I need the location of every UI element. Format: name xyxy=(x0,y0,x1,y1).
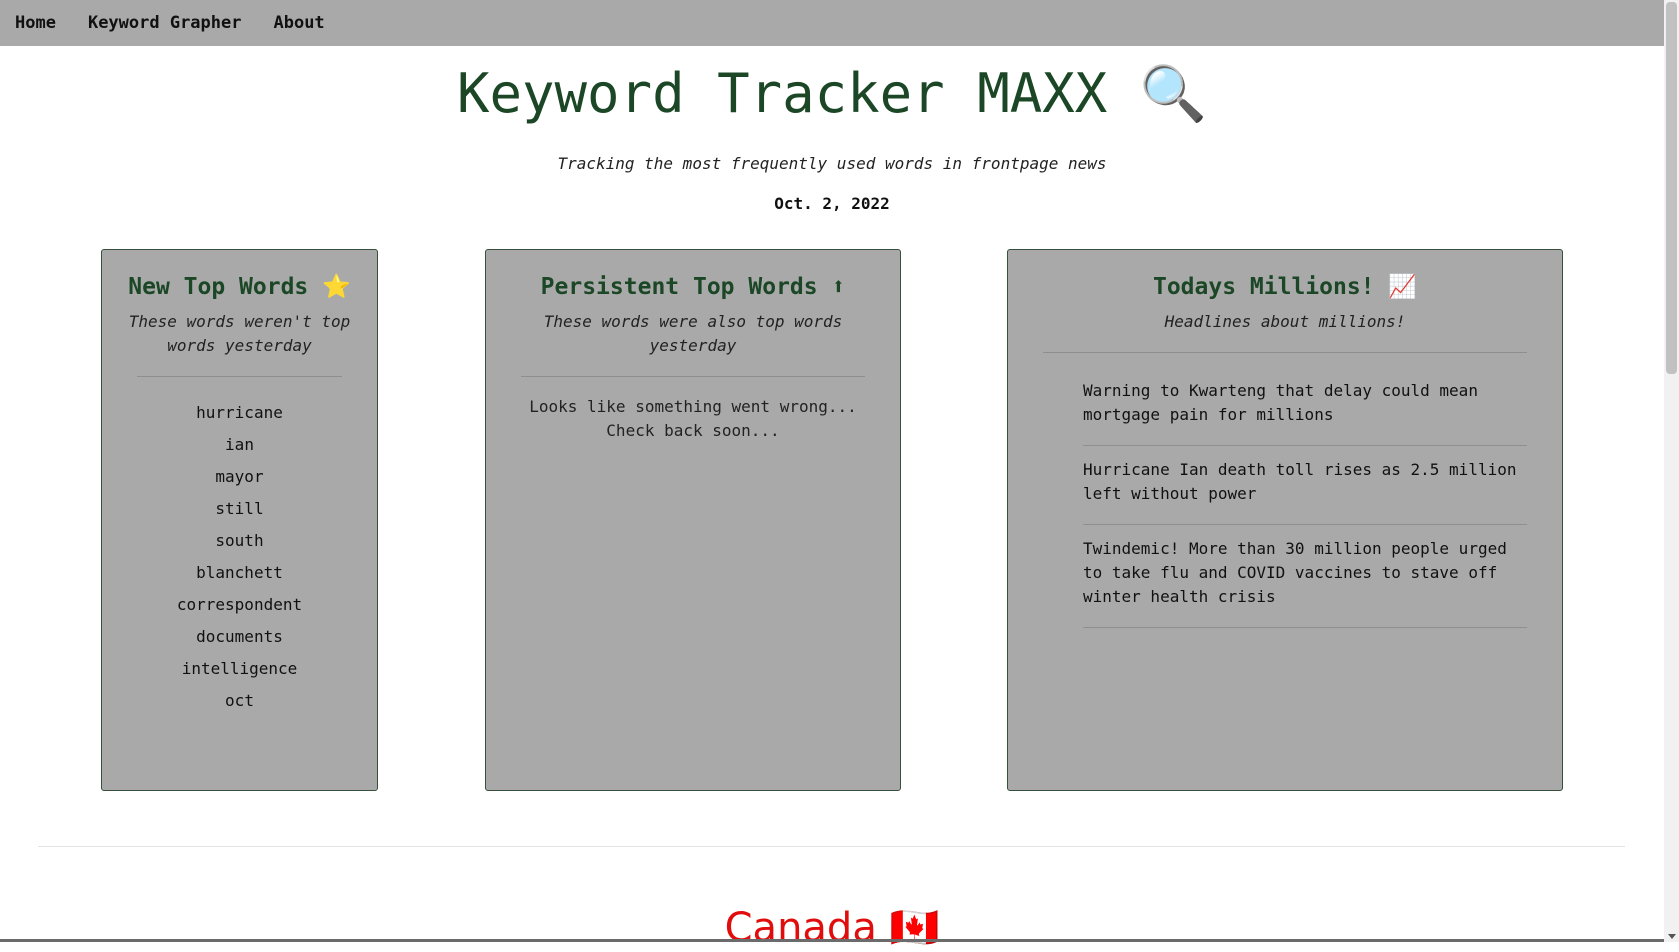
persistent-top-words-title: Persistent Top Words ⬆ xyxy=(540,274,846,300)
persistent-top-words-subtitle: These words were also top words yesterda… xyxy=(543,312,843,355)
list-item: intelligence xyxy=(181,659,298,678)
country-section-title: Canada 🇨🇦 xyxy=(724,905,940,951)
section-divider xyxy=(38,846,1625,847)
scrollbar-thumb[interactable] xyxy=(1666,2,1677,374)
page-scrollbar[interactable] xyxy=(1664,0,1679,942)
error-message: Looks like something went wrong... Check… xyxy=(529,397,857,440)
headline-item[interactable]: Hurricane Ian death toll rises as 2.5 mi… xyxy=(1083,446,1527,525)
new-top-words-title: New Top Words ⭐ xyxy=(128,274,351,300)
list-item: hurricane xyxy=(196,403,283,422)
card-divider xyxy=(521,376,865,377)
scroll-down-arrow-icon[interactable] xyxy=(1668,934,1676,939)
headline-item[interactable]: Warning to Kwarteng that delay could mea… xyxy=(1083,367,1527,446)
page-subtitle: Tracking the most frequently used words … xyxy=(557,154,1107,173)
page-date: Oct. 2, 2022 xyxy=(774,194,890,213)
page-title: Keyword Tracker MAXX 🔍 xyxy=(457,62,1207,125)
todays-millions-card: Todays Millions! 📈 Headlines about milli… xyxy=(1007,249,1563,791)
card-divider xyxy=(137,376,342,377)
persistent-top-words-card: Persistent Top Words ⬆ These words were … xyxy=(485,249,901,791)
nav-about-link[interactable]: About xyxy=(273,13,324,33)
list-item: documents xyxy=(196,627,283,646)
nav-keyword-grapher-link[interactable]: Keyword Grapher xyxy=(88,13,242,33)
nav-home-link[interactable]: Home xyxy=(15,13,56,33)
card-divider xyxy=(1043,352,1527,353)
list-item: south xyxy=(215,531,264,550)
list-item: mayor xyxy=(215,467,264,486)
list-item: blanchett xyxy=(196,563,283,582)
todays-millions-title: Todays Millions! 📈 xyxy=(1152,274,1418,300)
new-top-words-list: hurricane ian mayor still south blanchet… xyxy=(102,397,377,717)
list-item: oct xyxy=(225,691,254,710)
list-item: correspondent xyxy=(176,595,303,614)
top-nav: Home Keyword Grapher About xyxy=(0,0,1664,46)
new-top-words-card: New Top Words ⭐ These words weren't top … xyxy=(101,249,378,791)
headline-item[interactable]: Twindemic! More than 30 million people u… xyxy=(1083,525,1527,628)
headline-list: Warning to Kwarteng that delay could mea… xyxy=(1083,367,1527,628)
todays-millions-subtitle: Headlines about millions! xyxy=(1164,312,1406,331)
list-item: ian xyxy=(225,435,254,454)
new-top-words-subtitle: These words weren't top words yesterday xyxy=(128,312,351,355)
list-item: still xyxy=(215,499,264,518)
